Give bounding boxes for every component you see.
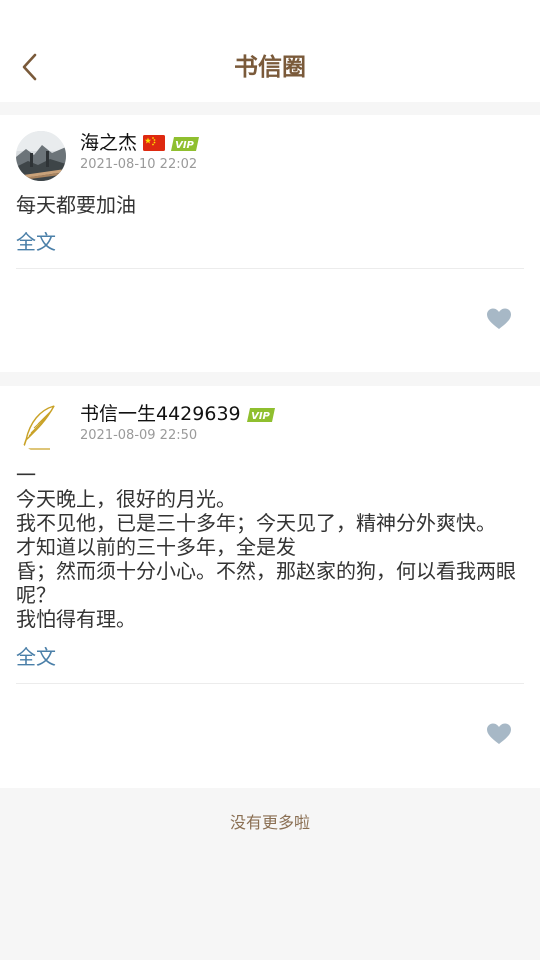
post-time: 2021-08-10 22:02 <box>80 157 198 172</box>
divider <box>16 268 524 269</box>
divider <box>16 683 524 684</box>
avatar[interactable] <box>16 131 66 181</box>
username[interactable]: 海之杰 <box>80 129 137 157</box>
page-title: 书信圈 <box>234 53 306 81</box>
no-more-text: 没有更多啦 <box>229 813 310 832</box>
full-text-link[interactable]: 全文 <box>16 644 56 670</box>
post-content: 一 今天晚上，很好的月光。 我不见他，已是三十多年；今天见了，精神分外爽快。 才… <box>16 463 516 631</box>
user-name-row: 书信一生4429639 VIP <box>80 400 275 428</box>
svg-text:VIP: VIP <box>251 411 270 422</box>
like-button[interactable] <box>486 307 512 331</box>
full-text-link[interactable]: 全文 <box>16 229 56 255</box>
user-name-row: 海之杰 VIP <box>80 129 200 157</box>
top-bar: 书信圈 <box>0 0 540 102</box>
vip-badge-icon: VIP <box>246 407 275 422</box>
like-button[interactable] <box>486 722 512 746</box>
post-card: 海之杰 VIP 2021-08-10 22:02 每天都要加油 全文 <box>0 115 540 372</box>
heart-icon <box>487 723 511 744</box>
svg-text:VIP: VIP <box>175 140 194 151</box>
username[interactable]: 书信一生4429639 <box>80 400 241 428</box>
post-content: 每天都要加油 <box>16 193 136 217</box>
china-flag-icon <box>143 135 166 151</box>
heart-icon <box>487 308 511 329</box>
post-time: 2021-08-09 22:50 <box>80 428 198 443</box>
post-card: 书信一生4429639 VIP 2021-08-09 22:50 一 今天晚上，… <box>0 386 540 788</box>
avatar[interactable] <box>16 402 66 452</box>
vip-badge-icon: VIP <box>171 136 200 151</box>
